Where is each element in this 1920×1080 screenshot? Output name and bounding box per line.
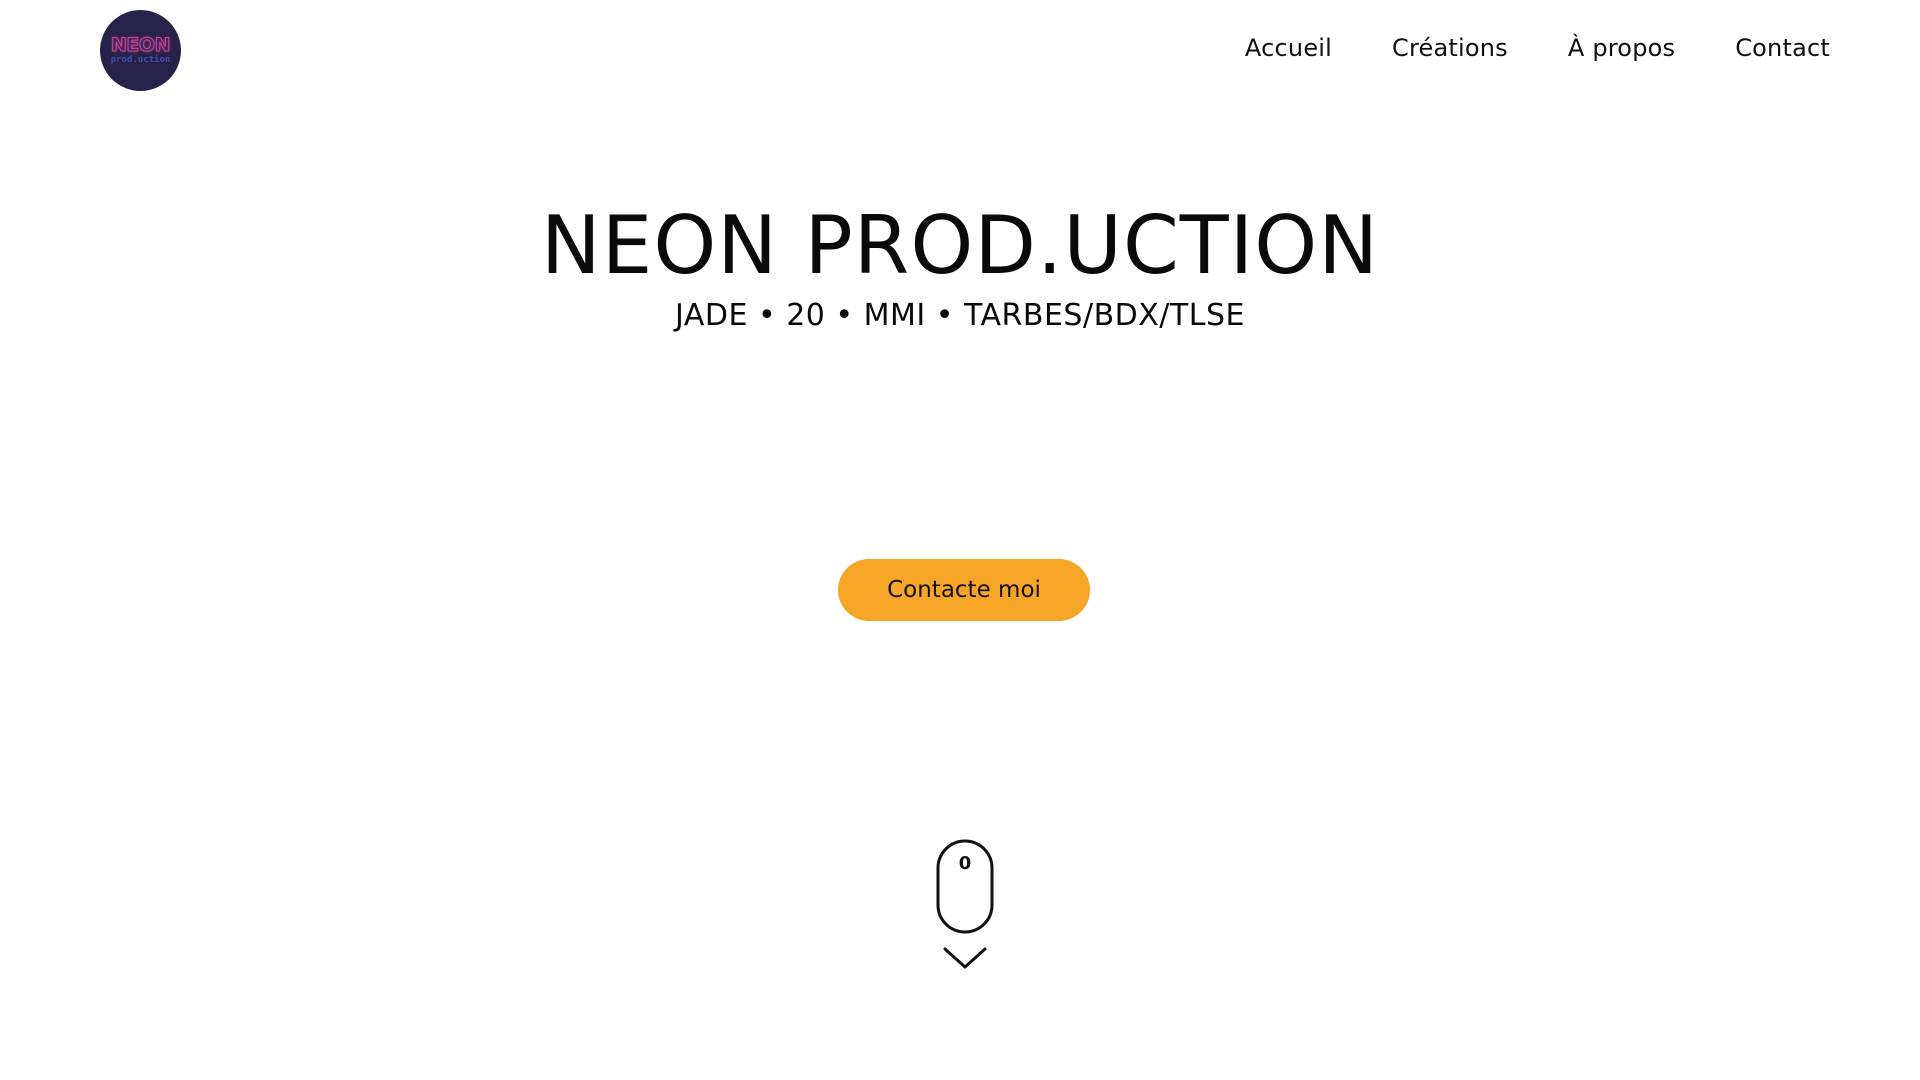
nav-item-creations[interactable]: Créations [1392,34,1508,62]
nav-item-accueil[interactable]: Accueil [1245,34,1332,62]
logo-neon-text: NEON [111,33,171,56]
logo-production-text: prod.uction [110,54,171,65]
scroll-counter: 0 [958,853,972,874]
contact-me-button[interactable]: Contacte moi [838,559,1090,621]
nav-item-a-propos[interactable]: À propos [1568,34,1675,62]
nav-item-contact[interactable]: Contact [1735,34,1830,62]
site-logo[interactable]: NEON prod.uction [100,10,181,91]
chevron-down-icon[interactable] [943,946,987,970]
hero-subtitle: JADE • 20 • MMI • TARBES/BDX/TLSE [675,298,1245,333]
page: NEON prod.uction Accueil Créations À pro… [0,0,1920,1080]
main-nav: Accueil Créations À propos Contact [1245,34,1830,62]
hero-title: NEON PROD.UCTION [540,199,1380,292]
